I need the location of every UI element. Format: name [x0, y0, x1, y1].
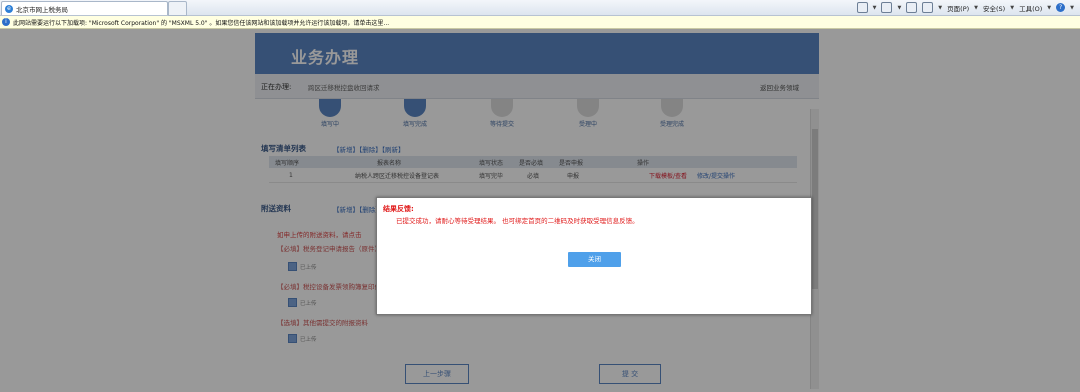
chevron-down-icon[interactable]: ▼ — [1047, 5, 1051, 11]
safety-menu[interactable]: 安全(S) — [983, 3, 1005, 13]
page-menu[interactable]: 页面(P) — [947, 3, 969, 13]
print-icon[interactable] — [922, 2, 934, 13]
result-feedback-dialog: 结果反馈: 已提交成功，请耐心等待受理结果。 也可绑定首页的二维码及时获取受理信… — [376, 197, 812, 315]
help-icon[interactable]: ? — [1056, 3, 1066, 12]
command-bar: ▼ ▼ ▼ 页面(P) ▼ 安全(S) ▼ 工具(O) ▼ ? ▼ — [856, 1, 1074, 14]
new-tab-button[interactable] — [168, 1, 187, 16]
tab-title: 北京市网上税务局 — [16, 5, 68, 14]
close-button[interactable]: 关闭 — [568, 252, 621, 267]
ie-icon: e — [5, 4, 13, 13]
chevron-down-icon[interactable]: ▼ — [1010, 5, 1014, 11]
information-bar[interactable]: i 此网站需要运行以下加载项: "Microsoft Corporation" … — [0, 16, 1080, 29]
tools-menu[interactable]: 工具(O) — [1019, 3, 1042, 13]
infobar-text[interactable]: 此网站需要运行以下加载项: "Microsoft Corporation" 的 … — [13, 18, 389, 27]
chevron-down-icon[interactable]: ▼ — [897, 5, 901, 11]
mail-icon[interactable] — [906, 2, 918, 13]
dialog-message: 已提交成功，请耐心等待受理结果。 也可绑定首页的二维码及时获取受理信息反馈。 — [396, 217, 639, 225]
browser-tab[interactable]: e 北京市网上税务局 — [1, 1, 168, 15]
browser-tab-bar: e 北京市网上税务局 ▼ ▼ ▼ 页面(P) ▼ 安全(S) ▼ 工具(O) ▼ ? ▼ — [0, 0, 1080, 16]
home-icon[interactable] — [856, 2, 868, 13]
chevron-down-icon[interactable]: ▼ — [1070, 5, 1074, 11]
chevron-down-icon[interactable]: ▼ — [974, 5, 978, 11]
chevron-down-icon[interactable]: ▼ — [873, 5, 877, 11]
feeds-icon[interactable] — [881, 2, 893, 13]
chevron-down-icon[interactable]: ▼ — [938, 5, 942, 11]
info-icon: i — [2, 18, 10, 26]
dialog-title: 结果反馈: — [383, 205, 414, 213]
